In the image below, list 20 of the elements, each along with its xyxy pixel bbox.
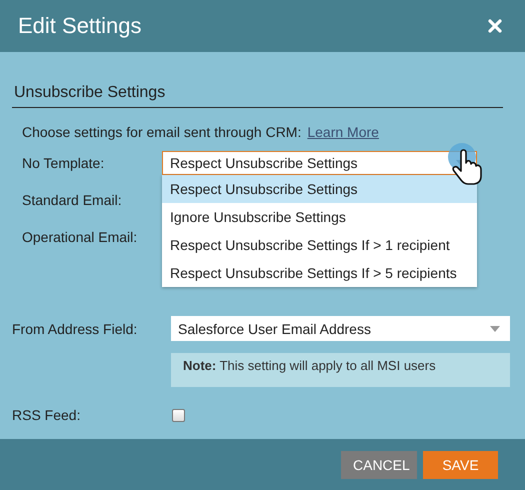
window-title: Edit Settings: [18, 13, 142, 39]
select-field[interactable]: Respect Unsubscribe Settings: [162, 150, 477, 174]
intro-text: Choose settings for email sent through CRM:: [22, 124, 302, 142]
rss-checkbox[interactable]: [172, 408, 185, 422]
note-text: Note: This setting will apply to all MSI users: [183, 358, 436, 373]
close-icon[interactable]: [488, 19, 502, 33]
field-label: Operational Email:: [22, 228, 138, 244]
select-field[interactable]: Salesforce User Email Address: [171, 316, 510, 341]
learn-more-link[interactable]: Learn More: [307, 124, 379, 144]
field-label: RSS Feed:: [12, 407, 82, 423]
dropdown-option[interactable]: Ignore Unsubscribe Settings: [162, 202, 477, 230]
dropdown-option[interactable]: Respect Unsubscribe Settings If > 1 recipient: [162, 230, 477, 258]
field-label: From Address Field:: [12, 320, 138, 336]
dropdown-option[interactable]: Respect Unsubscribe Settings If > 5 recipients: [162, 258, 477, 286]
field-label: Standard Email:: [22, 192, 123, 208]
caret-icon: [490, 326, 500, 332]
section-heading: Unsubscribe Settings: [12, 82, 503, 108]
dialog-button[interactable]: CANCEL: [341, 450, 417, 478]
dropdown-option[interactable]: Respect Unsubscribe Settings: [162, 174, 477, 202]
field-label: No Template:: [22, 154, 106, 170]
